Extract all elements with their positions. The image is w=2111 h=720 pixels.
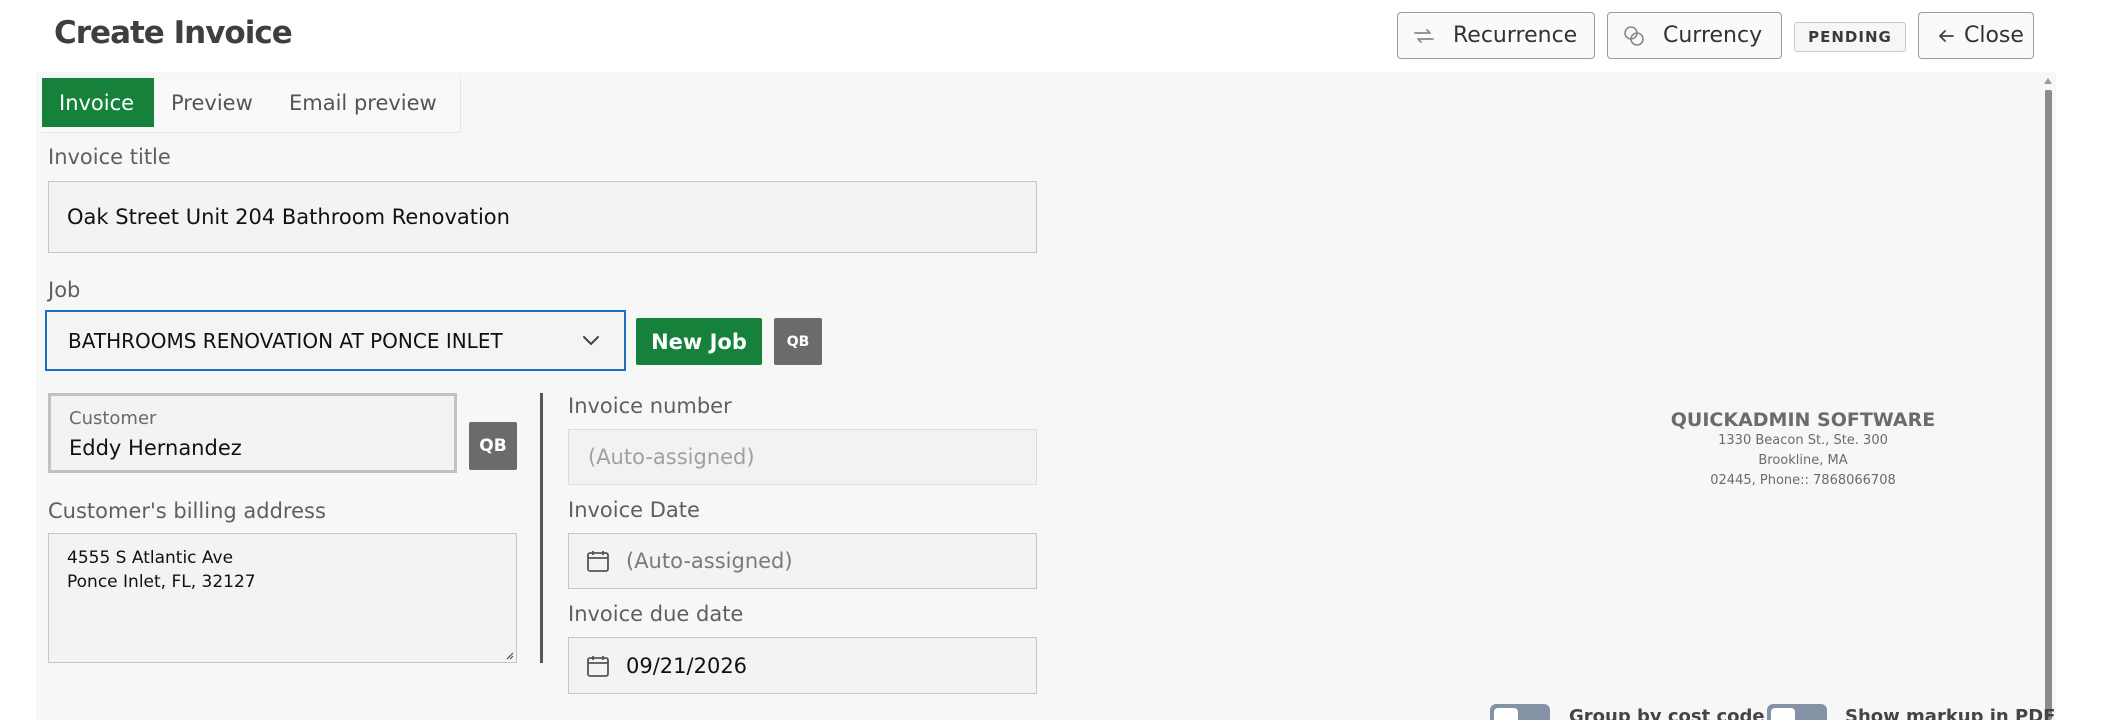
show-markup-label: Show markup in PDF bbox=[1845, 706, 2056, 720]
billing-line-1: 4555 S Atlantic Ave bbox=[67, 548, 234, 568]
customer-qb-button[interactable]: QB bbox=[469, 422, 517, 470]
company-address-3: 02445, Phone:: 7868066708 bbox=[1710, 473, 1896, 488]
job-qb-button[interactable]: QB bbox=[774, 318, 822, 365]
recurrence-label: Recurrence bbox=[1453, 23, 1578, 48]
calendar-icon bbox=[587, 655, 609, 677]
invoice-title-input[interactable]: Oak Street Unit 204 Bathroom Renovation bbox=[48, 181, 1037, 253]
job-label: Job bbox=[48, 278, 81, 302]
group-by-cost-code-label: Group by cost code bbox=[1569, 706, 1765, 720]
show-markup-toggle[interactable] bbox=[1767, 704, 1827, 720]
toggle-knob bbox=[1771, 708, 1795, 720]
invoice-date-label: Invoice Date bbox=[568, 498, 700, 522]
tab-email-preview[interactable]: Email preview bbox=[272, 78, 454, 127]
invoice-title-label: Invoice title bbox=[48, 145, 171, 169]
status-badge: PENDING bbox=[1794, 22, 1906, 52]
currency-button[interactable]: Currency bbox=[1607, 12, 1782, 59]
close-button[interactable]: Close bbox=[1918, 12, 2034, 59]
invoice-number-input[interactable]: (Auto-assigned) bbox=[568, 429, 1037, 485]
create-invoice-page: Create Invoice Recurrence Currency PENDI… bbox=[0, 0, 2111, 720]
billing-line-2: Ponce Inlet, FL, 32127 bbox=[67, 572, 256, 592]
new-job-button[interactable]: New Job bbox=[636, 318, 762, 365]
scroll-up-arrow-icon[interactable] bbox=[2044, 78, 2052, 84]
toggle-knob bbox=[1494, 708, 1518, 720]
calendar-icon bbox=[587, 551, 609, 572]
section-divider bbox=[540, 393, 543, 663]
scroll-thumb[interactable] bbox=[2045, 90, 2052, 720]
due-date-label: Invoice due date bbox=[568, 602, 744, 626]
repeat-arrows-icon bbox=[1414, 28, 1434, 43]
company-info: QUICKADMIN SOFTWARE 1330 Beacon St., Ste… bbox=[1600, 409, 2006, 491]
company-address-1: 1330 Beacon St., Ste. 300 bbox=[1718, 433, 1888, 448]
company-name: QUICKADMIN SOFTWARE bbox=[1670, 409, 1936, 431]
close-label: Close bbox=[1964, 23, 2024, 48]
invoice-date-input[interactable]: (Auto-assigned) bbox=[568, 533, 1037, 589]
tab-preview[interactable]: Preview bbox=[154, 78, 270, 127]
coins-icon bbox=[1624, 25, 1644, 46]
billing-address-label: Customer's billing address bbox=[48, 499, 326, 523]
customer-value: Eddy Hernandez bbox=[69, 436, 242, 460]
company-address-2: Brookline, MA bbox=[1758, 453, 1848, 468]
customer-caption: Customer bbox=[69, 408, 157, 429]
chevron-down-icon bbox=[583, 336, 599, 345]
invoice-date-placeholder: (Auto-assigned) bbox=[626, 549, 793, 573]
due-date-value: 09/21/2026 bbox=[626, 653, 748, 678]
page-title: Create Invoice bbox=[54, 15, 293, 51]
customer-field[interactable]: Customer Eddy Hernandez bbox=[48, 393, 457, 473]
job-select[interactable]: BATHROOMS RENOVATION AT PONCE INLET bbox=[45, 310, 626, 371]
vertical-scrollbar[interactable] bbox=[2044, 78, 2053, 720]
resize-grip-icon[interactable] bbox=[504, 650, 514, 660]
due-date-input[interactable]: 09/21/2026 bbox=[568, 637, 1037, 694]
arrow-left-icon bbox=[1939, 29, 1954, 42]
invoice-tabs: Invoice Preview Email preview bbox=[41, 78, 461, 133]
invoice-number-label: Invoice number bbox=[568, 394, 732, 418]
job-value: BATHROOMS RENOVATION AT PONCE INLET bbox=[68, 328, 503, 353]
invoice-number-placeholder: (Auto-assigned) bbox=[588, 445, 755, 469]
billing-address-textarea[interactable]: 4555 S Atlantic Ave Ponce Inlet, FL, 321… bbox=[48, 533, 517, 663]
currency-label: Currency bbox=[1663, 23, 1763, 48]
group-by-cost-code-toggle[interactable] bbox=[1490, 704, 1550, 720]
recurrence-button[interactable]: Recurrence bbox=[1397, 12, 1595, 59]
invoice-title-value: Oak Street Unit 204 Bathroom Renovation bbox=[67, 205, 510, 229]
tab-invoice[interactable]: Invoice bbox=[42, 78, 154, 127]
